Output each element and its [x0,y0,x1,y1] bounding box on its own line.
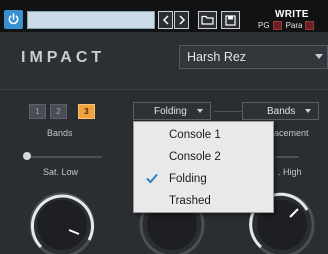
para-toggle[interactable] [305,21,315,30]
sat-low-label: Sat. Low [43,167,79,177]
menu-item-folding[interactable]: Folding [135,168,273,189]
save-icon [225,14,236,26]
para-label: Para [285,21,303,30]
menu-item-console-2[interactable]: Console 2 [135,146,273,167]
chevron-down-icon [197,109,203,113]
sat-low-slider-thumb[interactable] [23,152,31,160]
save-preset-button[interactable] [221,11,240,29]
folder-icon [201,15,214,25]
bands-button-1[interactable]: 1 [29,104,46,119]
previous-preset-button[interactable] [158,11,173,29]
checkmark-icon [146,173,158,184]
preset-name: Harsh Rez [187,50,247,64]
power-icon [8,13,19,25]
menu-item-trashed[interactable]: Trashed [135,190,273,211]
saturation-type-menu: Console 1 Console 2 Folding Trashed [133,121,274,213]
open-preset-button[interactable] [198,11,217,29]
plugin-title: IMPACT [21,49,106,66]
pg-label: PG [258,21,270,30]
pg-toggle[interactable] [272,21,282,30]
placement-label: lacement [272,128,309,138]
menu-item-label: Console 1 [169,128,221,141]
menu-item-label: Trashed [169,194,211,207]
sat-high-label: . High [278,167,302,177]
write-label: WRITE [275,9,309,20]
bands-label: Bands [47,128,73,138]
host-preset-field[interactable] [27,11,155,29]
chevron-down-icon [315,54,323,59]
bands-mode-value: Bands [267,105,296,117]
sat-low-knob[interactable] [27,190,97,254]
host-toolbar: WRITE PG Para [0,0,328,32]
chevron-right-icon [178,15,185,25]
menu-item-console-1[interactable]: Console 1 [135,124,273,145]
bands-mode-dropdown[interactable]: Bands [242,102,319,120]
divider-line [214,111,242,112]
pg-para-controls: PG Para [258,21,318,30]
chevron-left-icon [162,15,169,25]
menu-item-label: Folding [169,172,207,185]
sat-low-slider-track[interactable] [27,156,102,158]
power-button[interactable] [4,10,23,29]
menu-item-label: Console 2 [169,150,221,163]
sat-high-slider-track[interactable] [275,156,299,158]
bands-button-2[interactable]: 2 [50,104,67,119]
saturation-type-dropdown[interactable]: Folding [133,102,211,120]
bands-button-3[interactable]: 3 [78,104,95,119]
preset-selector[interactable]: Harsh Rez [179,45,328,69]
saturation-type-value: Folding [154,105,187,117]
next-preset-button[interactable] [174,11,189,29]
chevron-down-icon [305,109,311,113]
